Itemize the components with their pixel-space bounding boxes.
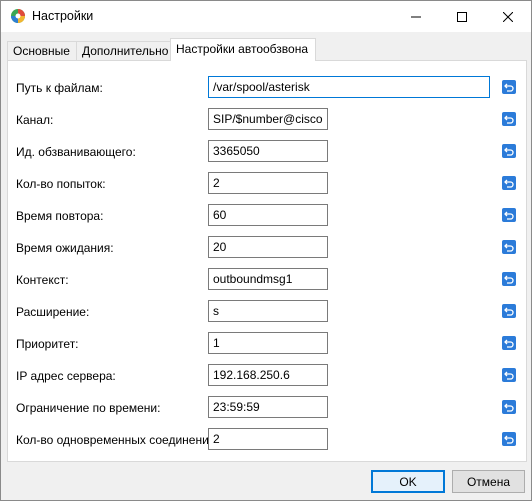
tab-main[interactable]: Основные: [7, 41, 77, 60]
field-label: Приоритет:: [16, 337, 79, 351]
reset-button[interactable]: [502, 272, 516, 286]
channel-input[interactable]: [208, 108, 328, 130]
field-label: Время ожидания:: [16, 241, 114, 255]
form-row: Ограничение по времени:: [8, 396, 526, 420]
settings-window: Настройки Основные Дополнительно Настрой…: [0, 0, 532, 501]
field-label: Кол-во одновременных соединений:: [16, 433, 219, 447]
form-row: Кол-во попыток:: [8, 172, 526, 196]
minimize-button[interactable]: [393, 1, 439, 32]
form-row: Время повтора:: [8, 204, 526, 228]
extension-input[interactable]: [208, 300, 328, 322]
reset-button[interactable]: [502, 240, 516, 254]
field-label: Кол-во попыток:: [16, 177, 106, 191]
field-label: Ограничение по времени:: [16, 401, 161, 415]
undo-icon: [504, 147, 514, 156]
reset-button[interactable]: [502, 208, 516, 222]
form-row: Контекст:: [8, 268, 526, 292]
form-row: Приоритет:: [8, 332, 526, 356]
title-bar[interactable]: Настройки: [1, 1, 531, 32]
reset-button[interactable]: [502, 336, 516, 350]
reset-button[interactable]: [502, 400, 516, 414]
reset-button[interactable]: [502, 176, 516, 190]
close-button[interactable]: [485, 1, 531, 32]
maximize-button[interactable]: [439, 1, 485, 32]
field-label: IP адрес сервера:: [16, 369, 116, 383]
maximize-icon: [457, 11, 467, 22]
files-path-input[interactable]: [208, 76, 490, 98]
retry-time-input[interactable]: [208, 204, 328, 226]
close-icon: [503, 11, 513, 22]
app-logo-icon: [11, 9, 25, 23]
form-row: Время ожидания:: [8, 236, 526, 260]
undo-icon: [504, 179, 514, 188]
tab-autodial-settings[interactable]: Настройки автообзвона: [170, 38, 316, 61]
time-limit-input[interactable]: [208, 396, 328, 418]
attempts-input[interactable]: [208, 172, 328, 194]
form-row: Ид. обзванивающего:: [8, 140, 526, 164]
undo-icon: [504, 339, 514, 348]
concurrent-connections-input[interactable]: [208, 428, 328, 450]
form-row: IP адрес сервера:: [8, 364, 526, 388]
field-label: Путь к файлам:: [16, 81, 103, 95]
tab-additional[interactable]: Дополнительно: [76, 41, 176, 60]
reset-button[interactable]: [502, 144, 516, 158]
minimize-icon: [411, 16, 421, 17]
field-label: Контекст:: [16, 273, 69, 287]
reset-button[interactable]: [502, 432, 516, 446]
field-label: Ид. обзванивающего:: [16, 145, 136, 159]
undo-icon: [504, 115, 514, 124]
priority-input[interactable]: [208, 332, 328, 354]
caller-id-input[interactable]: [208, 140, 328, 162]
window-title: Настройки: [32, 9, 94, 23]
field-label: Расширение:: [16, 305, 90, 319]
reset-button[interactable]: [502, 80, 516, 94]
server-ip-input[interactable]: [208, 364, 328, 386]
undo-icon: [504, 83, 514, 92]
ok-button[interactable]: OK: [371, 470, 445, 493]
form-row: Путь к файлам:: [8, 76, 526, 100]
form-row: Кол-во одновременных соединений:: [8, 428, 526, 452]
undo-icon: [504, 435, 514, 444]
undo-icon: [504, 275, 514, 284]
reset-button[interactable]: [502, 304, 516, 318]
undo-icon: [504, 243, 514, 252]
undo-icon: [504, 307, 514, 316]
form-row: Расширение:: [8, 300, 526, 324]
autodial-settings-panel: Путь к файлам: Канал: Ид. обзванивающего…: [7, 60, 527, 462]
cancel-button[interactable]: Отмена: [452, 470, 525, 493]
context-input[interactable]: [208, 268, 328, 290]
wait-time-input[interactable]: [208, 236, 328, 258]
reset-button[interactable]: [502, 112, 516, 126]
undo-icon: [504, 403, 514, 412]
undo-icon: [504, 211, 514, 220]
form-row: Канал:: [8, 108, 526, 132]
undo-icon: [504, 371, 514, 380]
reset-button[interactable]: [502, 368, 516, 382]
field-label: Время повтора:: [16, 209, 104, 223]
field-label: Канал:: [16, 113, 54, 127]
